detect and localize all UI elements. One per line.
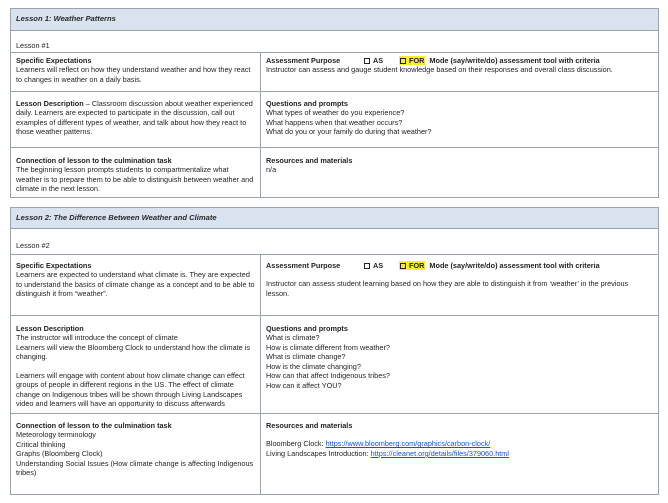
lesson-2-description-cell: Lesson Description The instructor will i… [11, 316, 261, 413]
lesson-2-description-row: Lesson Description The instructor will i… [11, 316, 658, 414]
expectations-heading: Specific Expectations [16, 261, 92, 270]
connection-item: Understanding Social Issues (How climate… [16, 458, 254, 478]
question-item: How can that affect Indigenous tribes? [266, 371, 390, 381]
checkbox-icon[interactable] [400, 57, 406, 64]
as-option[interactable]: AS [364, 56, 388, 65]
question-item: How is the climate changing? [266, 361, 361, 371]
description-paragraph: Learners will view the Bloomberg Clock t… [16, 342, 251, 362]
resources-text: n/a [266, 165, 277, 175]
questions-heading: Questions and prompts [266, 99, 348, 108]
resources-heading: Resources and materials [266, 156, 353, 165]
lesson-2-resources-cell: Resources and materials Bloomberg Clock:… [261, 414, 658, 494]
lesson-1-expectations-row: Specific Expectations Learners will refl… [11, 53, 658, 92]
mode-label: Mode (say/write/do) assessment tool with… [429, 261, 600, 270]
connection-heading: Connection of lesson to the culmination … [16, 421, 172, 430]
connection-text: The beginning lesson prompts students to… [16, 165, 254, 194]
assessment-text: Instructor can assess and gauge student … [266, 65, 613, 75]
expectations-text: Learners are expected to understand what… [16, 270, 255, 299]
question-item: What happens when that weather occurs? [266, 117, 403, 127]
lesson-2-assessment-cell: Assessment Purpose AS FOR Mode (say/writ… [261, 255, 658, 315]
for-option[interactable]: FOR [399, 56, 426, 66]
expectations-text: Learners will reflect on how they unders… [16, 65, 251, 84]
lesson-1-questions-cell: Questions and prompts What types of weat… [261, 92, 658, 147]
lesson-2-table: Lesson 2: The Difference Between Weather… [10, 207, 659, 495]
question-item: What do you or your family do during tha… [266, 127, 432, 137]
lesson-2-number: Lesson #2 [11, 229, 658, 255]
lesson-2-connection-row: Connection of lesson to the culmination … [11, 414, 658, 494]
connection-item: Graphs (Bloomberg Clock) [16, 449, 103, 459]
checkbox-icon[interactable] [364, 57, 370, 64]
assessment-heading: Assessment Purpose [266, 261, 341, 270]
lesson-2-title: Lesson 2: The Difference Between Weather… [11, 208, 658, 229]
assessment-purpose-line: Assessment Purpose AS FOR Mode (say/writ… [266, 56, 653, 66]
description-paragraph: Learners will engage with content about … [16, 370, 245, 409]
lesson-2-connection-cell: Connection of lesson to the culmination … [11, 414, 261, 494]
lesson-1-number: Lesson #1 [11, 31, 658, 53]
question-item: How is climate different from weather? [266, 342, 390, 352]
lesson-2-questions-cell: Questions and prompts What is climate? H… [261, 316, 658, 413]
lesson-1-assessment-cell: Assessment Purpose AS FOR Mode (say/writ… [261, 53, 658, 91]
lesson-1-resources-cell: Resources and materials n/a [261, 148, 658, 197]
bloomberg-link[interactable]: https://www.bloomberg.com/graphics/carbo… [326, 439, 491, 448]
lesson-1-description-cell: Lesson Description – Classroom discussio… [11, 92, 261, 147]
for-option[interactable]: FOR [399, 261, 426, 271]
question-item: What is climate? [266, 333, 320, 343]
checkbox-icon[interactable] [400, 262, 406, 269]
description-paragraph: The instructor will introduce the concep… [16, 333, 178, 343]
description-heading: Lesson Description [16, 99, 84, 108]
connection-item: Meteorology terminology [16, 430, 96, 440]
lesson-1-connection-cell: Connection of lesson to the culmination … [11, 148, 261, 197]
expectations-heading: Specific Expectations [16, 56, 92, 65]
as-option[interactable]: AS [364, 261, 388, 270]
question-item: What types of weather do you experience? [266, 108, 405, 118]
living-landscapes-link[interactable]: https://cleanet.org/details/files/379060… [371, 449, 509, 458]
resource-bloomberg: Bloomberg Clock: https://www.bloomberg.c… [266, 439, 491, 449]
lesson-1-expectations-cell: Specific Expectations Learners will refl… [11, 53, 261, 91]
lesson-2-expectations-row: Specific Expectations Learners are expec… [11, 255, 658, 316]
checkbox-icon[interactable] [364, 262, 370, 269]
lesson-1-title: Lesson 1: Weather Patterns [11, 9, 658, 31]
questions-heading: Questions and prompts [266, 324, 348, 333]
description-heading: Lesson Description [16, 324, 84, 333]
lesson-1-table: Lesson 1: Weather Patterns Lesson #1 Spe… [10, 8, 659, 198]
assessment-purpose-line: Assessment Purpose AS FOR Mode (say/writ… [266, 261, 653, 271]
question-item: What is climate change? [266, 352, 346, 362]
question-item: How can it affect YOU? [266, 380, 342, 390]
assessment-heading: Assessment Purpose [266, 56, 341, 65]
assessment-text: Instructor can assess student learning b… [266, 279, 629, 298]
connection-item: Critical thinking [16, 439, 66, 449]
connection-heading: Connection of lesson to the culmination … [16, 156, 172, 165]
lesson-1-connection-row: Connection of lesson to the culmination … [11, 148, 658, 197]
resources-heading: Resources and materials [266, 421, 353, 430]
lesson-1-description-row: Lesson Description – Classroom discussio… [11, 92, 658, 148]
resource-living-landscapes: Living Landscapes Introduction: https://… [266, 448, 509, 458]
mode-label: Mode (say/write/do) assessment tool with… [429, 56, 600, 65]
lesson-2-expectations-cell: Specific Expectations Learners are expec… [11, 255, 261, 315]
